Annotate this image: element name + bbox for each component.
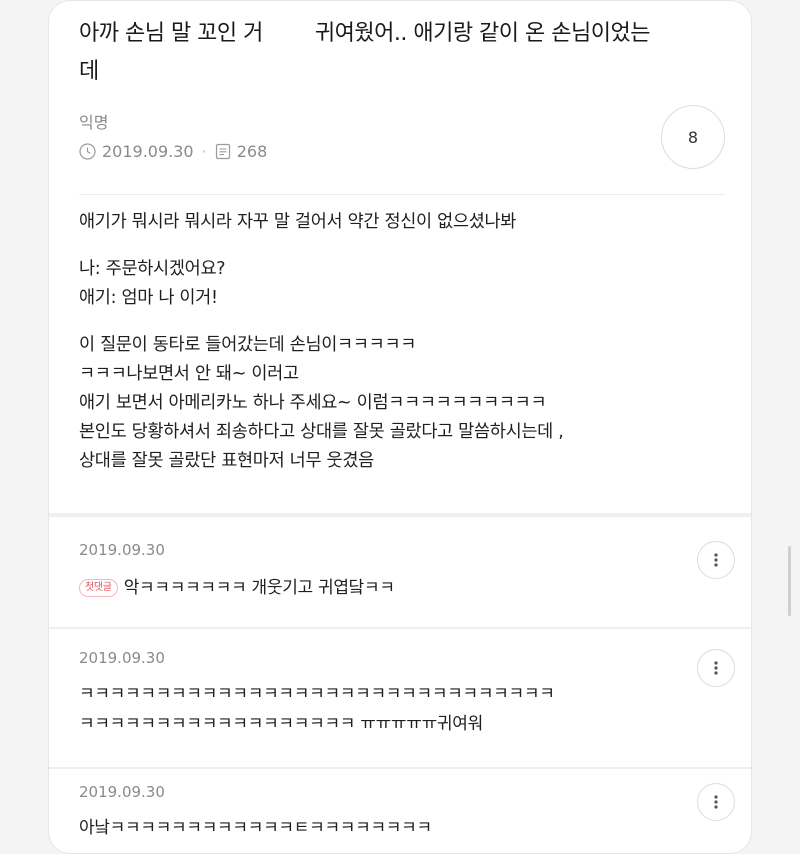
more-vertical-icon	[714, 553, 718, 567]
comment-line: 악ㅋㅋㅋㅋㅋㅋㅋ 개웃기고 귀엽닼ㅋㅋ	[123, 578, 395, 598]
divider	[79, 194, 725, 195]
post-title: 아까 손님 말 꼬인 거 귀여웠어.. 애기랑 같이 온 손님이었는 데	[79, 15, 729, 91]
more-vertical-icon	[714, 661, 718, 675]
comment-line: ㅋㅋㅋㅋㅋㅋㅋㅋㅋㅋㅋㅋㅋㅋㅋㅋㅋㅋㅋㅋㅋㅋㅋㅋㅋㅋㅋㅋㅋㅋㅋ	[79, 684, 555, 704]
post-date: 2019.09.30	[102, 142, 194, 161]
comment-text: 첫댓글 악ㅋㅋㅋㅋㅋㅋㅋ 개웃기고 귀엽닼ㅋㅋ	[79, 573, 395, 603]
comment-menu-button[interactable]	[697, 541, 735, 579]
view-count: 268	[236, 142, 268, 161]
comment-item: 2019.09.30 첫댓글 악ㅋㅋㅋㅋㅋㅋㅋ 개웃기고 귀엽닼ㅋㅋ	[49, 517, 751, 627]
comment-line: 아낰ㅋㅋㅋㅋㅋㅋㅋㅋㅋㅋㅋㅋㅌㅋㅋㅋㅋㅋㅋㅋㅋ	[79, 818, 432, 838]
body-line: 상대를 잘못 골랐단 표현마저 너무 웃겼음	[79, 451, 374, 471]
body-line: 애기가 뭐시라 뭐시라 자꾸 말 걸어서 약간 정신이 없으셨나봐	[79, 212, 517, 232]
separator-dot: ·	[201, 142, 207, 161]
post-meta: 2019.09.30 · 268	[79, 142, 267, 161]
comment-date: 2019.09.30	[79, 649, 165, 667]
comment-menu-button[interactable]	[697, 649, 735, 687]
post-title-part1: 아까 손님 말 꼬인 거	[79, 21, 263, 46]
first-comment-badge: 첫댓글	[79, 579, 118, 597]
clock-icon	[79, 143, 96, 160]
body-line: 나: 주문하시겠어요?	[79, 259, 226, 279]
body-line: 애기: 엄마 나 이거!	[79, 288, 218, 308]
post-title-line2: 데	[79, 59, 99, 84]
paragraph: 이 질문이 동타로 들어갔는데 손님이ㅋㅋㅋㅋㅋ ㅋㅋㅋ나보면서 안 돼~ 이러…	[79, 331, 729, 476]
more-vertical-icon	[714, 795, 718, 809]
document-icon	[215, 143, 231, 160]
body-line: 이 질문이 동타로 들어갔는데 손님이ㅋㅋㅋㅋㅋ	[79, 335, 417, 355]
body-line: 애기 보면서 아메리카노 하나 주세요~ 이럼ㅋㅋㅋㅋㅋㅋㅋㅋㅋㅋ	[79, 393, 547, 413]
comment-date: 2019.09.30	[79, 541, 165, 559]
post-title-part2: 귀여웠어.. 애기랑 같이 온 손님이었는	[314, 21, 651, 46]
comment-menu-button[interactable]	[697, 783, 735, 821]
body-line: 본인도 당황하셔서 죄송하다고 상대를 잘못 골랐다고 말씀하시는데 ,	[79, 422, 564, 442]
comment-line: ㅋㅋㅋㅋㅋㅋㅋㅋㅋㅋㅋㅋㅋㅋㅋㅋㅋㅋ ㅠㅠㅠㅠㅠ귀여워	[79, 714, 483, 734]
post-card: 아까 손님 말 꼬인 거 귀여웠어.. 애기랑 같이 온 손님이었는 데 익명 2…	[48, 0, 752, 854]
comment-item: 2019.09.30 ㅋㅋㅋㅋㅋㅋㅋㅋㅋㅋㅋㅋㅋㅋㅋㅋㅋㅋㅋㅋㅋㅋㅋㅋㅋㅋㅋㅋㅋ…	[49, 629, 751, 767]
author-name: 익명	[79, 113, 109, 132]
scrollbar[interactable]	[788, 546, 791, 616]
post-body: 애기가 뭐시라 뭐시라 자꾸 말 걸어서 약간 정신이 없으셨나봐 나: 주문하…	[79, 208, 729, 494]
comment-count-button[interactable]: 8	[661, 105, 725, 169]
paragraph: 애기가 뭐시라 뭐시라 자꾸 말 걸어서 약간 정신이 없으셨나봐	[79, 208, 729, 237]
body-line: ㅋㅋㅋ나보면서 안 돼~ 이러고	[79, 364, 299, 384]
comment-item: 2019.09.30 아낰ㅋㅋㅋㅋㅋㅋㅋㅋㅋㅋㅋㅋㅌㅋㅋㅋㅋㅋㅋㅋㅋ	[49, 769, 751, 853]
comment-date: 2019.09.30	[79, 783, 165, 801]
paragraph: 나: 주문하시겠어요? 애기: 엄마 나 이거!	[79, 255, 729, 313]
